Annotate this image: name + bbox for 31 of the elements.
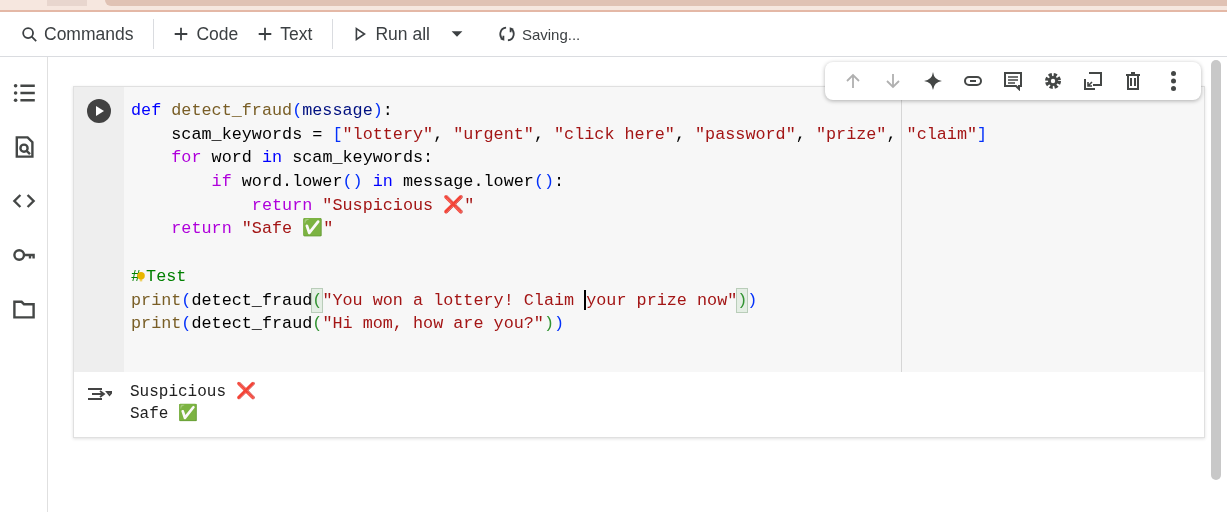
add-button[interactable]: Code [166,19,245,49]
more-icon [1170,71,1176,91]
comment-icon [1003,71,1023,91]
mirror-icon [1083,71,1103,91]
output-line: Suspicious ❌ [130,381,256,403]
search-icon [20,25,38,43]
code-editor[interactable] [124,87,1204,372]
add-button[interactable]: Text [250,19,319,49]
code-line: def detect_fraud(message): [131,100,394,122]
code-line: for word in scam_keywords: [170,147,435,170]
code-line: print(detect_fraud("Hi mom, how are you?")) [131,313,566,336]
commands-button[interactable]: Commands [14,19,140,49]
scrollbar[interactable] [1211,60,1221,480]
settings-icon [1043,71,1063,91]
trash-icon [1123,71,1143,91]
sparkle-icon [923,71,943,91]
code-line: return "Suspicious ❌" [250,194,476,217]
sync-icon [497,25,516,43]
code-line: if word.lower() in message.lower(): [210,171,566,194]
output-line: Safe ✅ [130,403,199,425]
text-cursor [584,290,587,311]
run-cell-button[interactable] [87,99,111,123]
code-line: print(detect_fraud("You won a lottery! Claim your prize now")) [131,288,1204,313]
saving-status: Saving... [521,25,581,43]
play-icon [93,105,105,117]
list-icon [11,81,36,105]
code-line: scam_keywords = ["lottery", "urgent", "click here", "password", "prize", "claim"] [170,123,989,146]
arrow-down-icon [883,71,903,91]
list-tool[interactable] [11,81,36,105]
run-all-button[interactable]: Run all [345,19,436,49]
code-line: return "Safe ✅" [170,217,335,241]
